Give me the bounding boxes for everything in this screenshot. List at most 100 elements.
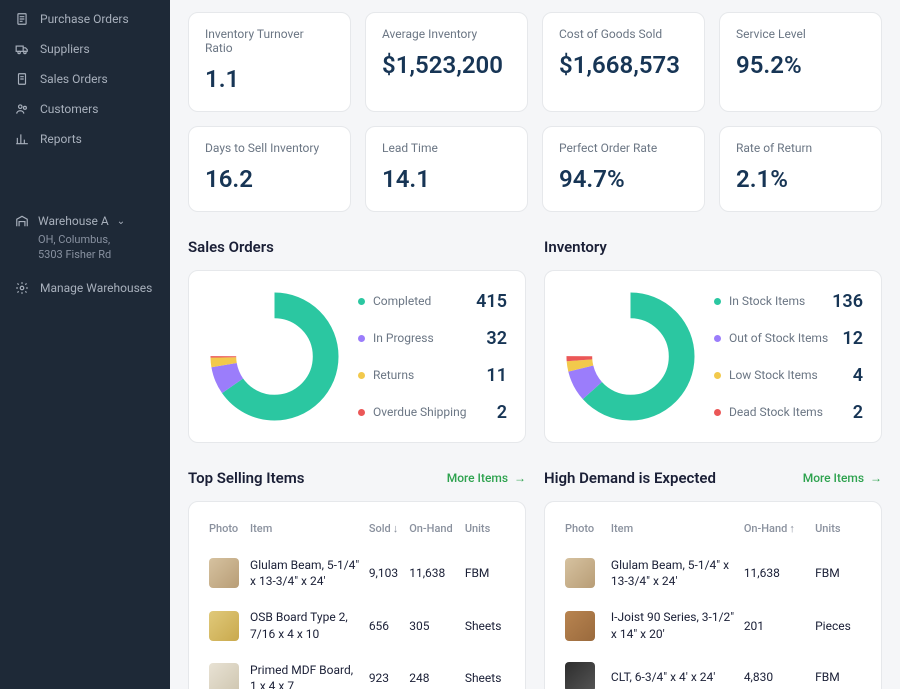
inventory-title: Inventory [544,238,882,256]
item-units: FBM [811,652,865,689]
sales-orders-donut [207,289,342,424]
top-selling-section: Top Selling Items More Items → Photo Ite… [188,469,526,689]
table-row[interactable]: I-Joist 90 Series, 3-1/2" x 14" x 20'201… [561,599,865,651]
item-onhand: 248 [405,652,461,689]
legend-value: 415 [476,291,507,312]
legend-value: 12 [842,328,863,349]
col-onhand[interactable]: On-Hand↑ [740,516,811,547]
metric-label: Days to Sell Inventory [205,141,334,155]
nav-label: Purchase Orders [40,12,129,26]
nav-item-reports[interactable]: Reports [0,124,170,154]
dot-icon [358,409,365,416]
legend-low-stock: Low Stock Items 4 [714,365,863,386]
more-items-link[interactable]: More Items → [447,471,526,485]
metric-label: Perfect Order Rate [559,141,688,155]
metric-days-to-sell: Days to Sell Inventory 16.2 [188,126,351,212]
warehouse-name: Warehouse A [38,214,109,228]
people-icon [14,102,30,116]
nav-item-customers[interactable]: Customers [0,94,170,124]
item-sold: 923 [365,652,405,689]
legend-label: Overdue Shipping [373,405,466,419]
metric-label: Rate of Return [736,141,865,155]
top-selling-table: Photo Item Sold↓ On-Hand Units Glulam Be… [205,516,509,689]
metric-value: $1,668,573 [559,51,688,79]
metric-cogs: Cost of Goods Sold $1,668,573 [542,12,705,112]
nav-label: Suppliers [40,42,90,56]
item-units: Pieces [811,599,865,651]
metric-rate-of-return: Rate of Return 2.1% [719,126,882,212]
sort-up-icon: ↑ [789,522,795,535]
metric-inventory-turnover: Inventory Turnover Ratio 1.1 [188,12,351,112]
nav-label: Reports [40,132,82,146]
item-units: Sheets [461,652,509,689]
nav-item-sales-orders[interactable]: Sales Orders [0,64,170,94]
more-items-link[interactable]: More Items → [803,471,882,485]
more-items-label: More Items [447,471,508,485]
metric-label: Average Inventory [382,27,511,41]
warehouse-selector: Warehouse A ⌄ OH, Columbus, 5303 Fisher … [0,214,170,269]
main-content[interactable]: Inventory Turnover Ratio 1.1 Average Inv… [170,0,900,689]
metric-value: 2.1% [736,165,865,193]
manage-warehouses-link[interactable]: Manage Warehouses [0,269,170,307]
charts-row: Sales Orders Completed 415 [188,238,882,443]
metric-value: 95.2% [736,51,865,79]
sales-orders-card: Completed 415 In Progress 32 Returns 11 [188,270,526,443]
metrics-row-2: Days to Sell Inventory 16.2 Lead Time 14… [188,126,882,212]
col-photo: Photo [205,516,246,547]
sort-down-icon: ↓ [393,522,399,535]
dot-icon [714,335,721,342]
item-thumb [209,558,239,588]
sales-orders-title: Sales Orders [188,238,526,256]
table-row[interactable]: OSB Board Type 2, 7/16 x 4 x 10656305She… [205,599,509,651]
nav-item-purchase-orders[interactable]: Purchase Orders [0,4,170,34]
col-sold[interactable]: Sold↓ [365,516,405,547]
item-sold: 9,103 [365,547,405,599]
legend-overdue: Overdue Shipping 2 [358,402,507,423]
arrow-right-icon: → [870,471,882,485]
table-row[interactable]: Primed MDF Board, 1 x 4 x 7923248Sheets [205,652,509,689]
dot-icon [714,298,721,305]
tables-row: Top Selling Items More Items → Photo Ite… [188,469,882,689]
col-units: Units [461,516,509,547]
table-row[interactable]: Glulam Beam, 5-1/4" x 13-3/4" x 24'11,63… [561,547,865,599]
table-row[interactable]: CLT, 6-3/4" x 4' x 24'4,830FBM [561,652,865,689]
app-root: Purchase Orders Suppliers Sales Orders C… [0,0,900,689]
inventory-legend: In Stock Items 136 Out of Stock Items 12… [714,291,863,423]
top-selling-title: Top Selling Items [188,469,304,487]
legend-value: 4 [853,365,863,386]
item-name: I-Joist 90 Series, 3-1/2" x 14" x 20' [607,599,740,651]
dot-icon [714,372,721,379]
item-thumb [565,611,595,641]
top-selling-table-card: Photo Item Sold↓ On-Hand Units Glulam Be… [188,501,526,689]
metric-lead-time: Lead Time 14.1 [365,126,528,212]
legend-out-of-stock: Out of Stock Items 12 [714,328,863,349]
metric-value: 16.2 [205,165,334,193]
warehouse-address: OH, Columbus, 5303 Fisher Rd [38,232,156,263]
item-name: Primed MDF Board, 1 x 4 x 7 [246,652,365,689]
legend-dead-stock: Dead Stock Items 2 [714,402,863,423]
manage-warehouses-label: Manage Warehouses [40,281,152,295]
item-onhand: 11,638 [740,547,811,599]
warehouse-dropdown[interactable]: Warehouse A ⌄ [14,214,156,228]
metric-service-level: Service Level 95.2% [719,12,882,112]
nav-item-suppliers[interactable]: Suppliers [0,34,170,64]
metric-value: $1,523,200 [382,51,511,79]
inventory-section: Inventory In Stock Items 136 [544,238,882,443]
dot-icon [358,335,365,342]
legend-completed: Completed 415 [358,291,507,312]
metric-value: 14.1 [382,165,511,193]
dot-icon [714,409,721,416]
nav-label: Sales Orders [40,72,108,86]
sales-orders-section: Sales Orders Completed 415 [188,238,526,443]
item-onhand: 11,638 [405,547,461,599]
metric-label: Lead Time [382,141,511,155]
sidebar-spacer [0,154,170,214]
item-thumb [565,662,595,689]
high-demand-table: Photo Item On-Hand↑ Units Glulam Beam, 5… [561,516,865,689]
col-onhand[interactable]: On-Hand [405,516,461,547]
legend-returns: Returns 11 [358,365,507,386]
receipt-icon [14,72,30,86]
more-items-label: More Items [803,471,864,485]
table-row[interactable]: Glulam Beam, 5-1/4" x 13-3/4" x 24'9,103… [205,547,509,599]
item-name: CLT, 6-3/4" x 4' x 24' [607,652,740,689]
